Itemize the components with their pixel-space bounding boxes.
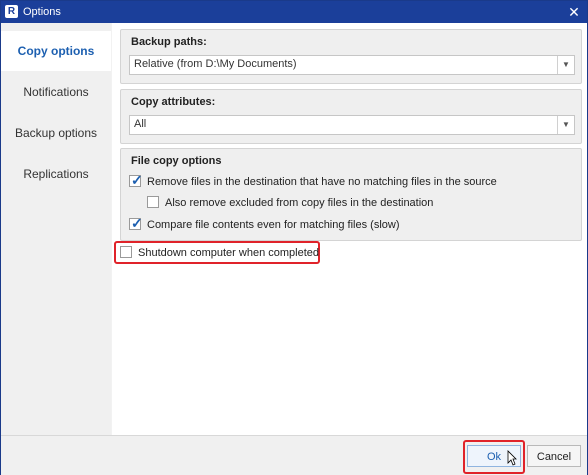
copy-attributes-group: Copy attributes: All ▼: [120, 89, 582, 144]
sidebar-item-replications[interactable]: Replications: [1, 154, 111, 194]
close-icon[interactable]: ✕: [565, 3, 583, 21]
check-icon: ✓: [131, 172, 143, 188]
remove-excluded-option[interactable]: Also remove excluded from copy files in …: [147, 195, 567, 211]
backup-paths-group: Backup paths: Relative (from D:\My Docum…: [120, 29, 582, 84]
backup-paths-dropdown[interactable]: Relative (from D:\My Documents) ▼: [129, 55, 575, 75]
file-copy-options-title: File copy options: [131, 155, 222, 167]
chevron-down-icon[interactable]: ▼: [557, 116, 574, 134]
copy-attributes-dropdown[interactable]: All ▼: [129, 115, 575, 135]
mouse-pointer-icon: [507, 450, 517, 466]
sidebar-item-copy-options[interactable]: Copy options: [1, 31, 111, 71]
options-dialog: R Options ✕ Copy options Notifications B…: [0, 0, 588, 475]
backup-paths-value: Relative (from D:\My Documents): [134, 58, 297, 70]
content-panel: Backup paths: Relative (from D:\My Docum…: [112, 23, 587, 435]
window-title: Options: [23, 6, 61, 18]
remove-unmatched-checkbox[interactable]: ✓: [129, 172, 143, 188]
cancel-button[interactable]: Cancel: [527, 445, 581, 467]
file-copy-options-group: File copy options ✓ Remove files in the …: [120, 148, 582, 241]
shutdown-option[interactable]: Shutdown computer when completed: [120, 245, 320, 261]
remove-unmatched-label: Remove files in the destination that hav…: [147, 176, 497, 188]
title-bar: R Options ✕: [1, 1, 587, 23]
compare-contents-checkbox[interactable]: ✓: [129, 215, 143, 231]
copy-attributes-value: All: [134, 118, 147, 130]
app-icon: R: [5, 5, 18, 18]
remove-excluded-checkbox[interactable]: [147, 196, 159, 208]
check-icon: ✓: [131, 215, 143, 231]
sidebar-item-notifications[interactable]: Notifications: [1, 72, 111, 112]
backup-paths-title: Backup paths:: [131, 36, 207, 48]
remove-excluded-label: Also remove excluded from copy files in …: [165, 197, 434, 209]
chevron-down-icon[interactable]: ▼: [557, 56, 574, 74]
remove-unmatched-option[interactable]: ✓ Remove files in the destination that h…: [129, 172, 569, 190]
shutdown-checkbox[interactable]: [120, 246, 132, 258]
sidebar: Copy options Notifications Backup option…: [1, 23, 111, 435]
shutdown-label: Shutdown computer when completed: [138, 247, 319, 259]
dialog-footer: Ok Cancel: [1, 435, 587, 475]
compare-contents-option[interactable]: ✓ Compare file contents even for matchin…: [129, 215, 569, 233]
sidebar-item-backup-options[interactable]: Backup options: [1, 113, 111, 153]
copy-attributes-title: Copy attributes:: [131, 96, 216, 108]
compare-contents-label: Compare file contents even for matching …: [147, 219, 400, 231]
